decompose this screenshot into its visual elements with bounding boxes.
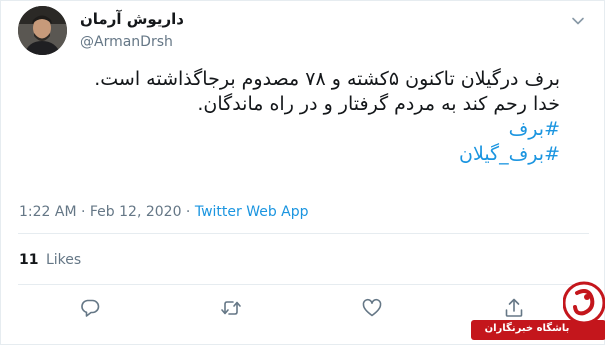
hashtag-link[interactable]: #برف bbox=[20, 117, 560, 142]
tweet-timestamp[interactable]: 1:22 AM · Feb 12, 2020 · bbox=[19, 204, 195, 220]
watermark-text: باشگاه خبرنگاران bbox=[484, 323, 570, 334]
tweet-text-line: خدا رحم کند به مردم گرفتار و در راه ماند… bbox=[197, 93, 560, 115]
author-display-name[interactable]: داریوش آرمان bbox=[80, 10, 184, 28]
retweet-icon[interactable] bbox=[220, 297, 242, 319]
likes-count: 11 bbox=[19, 252, 39, 268]
avatar[interactable] bbox=[18, 6, 67, 55]
tweet-card: داریوش آرمان @ArmanDrsh برف درگیلان تاکن… bbox=[0, 0, 605, 345]
tweet-source-link[interactable]: Twitter Web App bbox=[195, 204, 309, 220]
heart-icon[interactable] bbox=[361, 297, 383, 319]
tweet-text-line: برف درگیلان تاکنون ۵کشته و ۷۸ مصدوم برجا… bbox=[94, 68, 560, 90]
watermark-logo: باشگاه خبرنگاران bbox=[471, 269, 605, 345]
author-handle[interactable]: @ArmanDrsh bbox=[80, 34, 173, 50]
reply-icon[interactable] bbox=[79, 297, 101, 319]
divider bbox=[18, 233, 589, 234]
hashtag-link[interactable]: #برف_گیلان bbox=[20, 142, 560, 167]
tweet-meta: 1:22 AM · Feb 12, 2020 · Twitter Web App bbox=[19, 204, 309, 220]
likes-stat[interactable]: 11 Likes bbox=[19, 252, 81, 268]
chevron-down-icon[interactable] bbox=[571, 13, 585, 27]
likes-label: Likes bbox=[45, 252, 82, 268]
tweet-text: برف درگیلان تاکنون ۵کشته و ۷۸ مصدوم برجا… bbox=[20, 67, 560, 167]
